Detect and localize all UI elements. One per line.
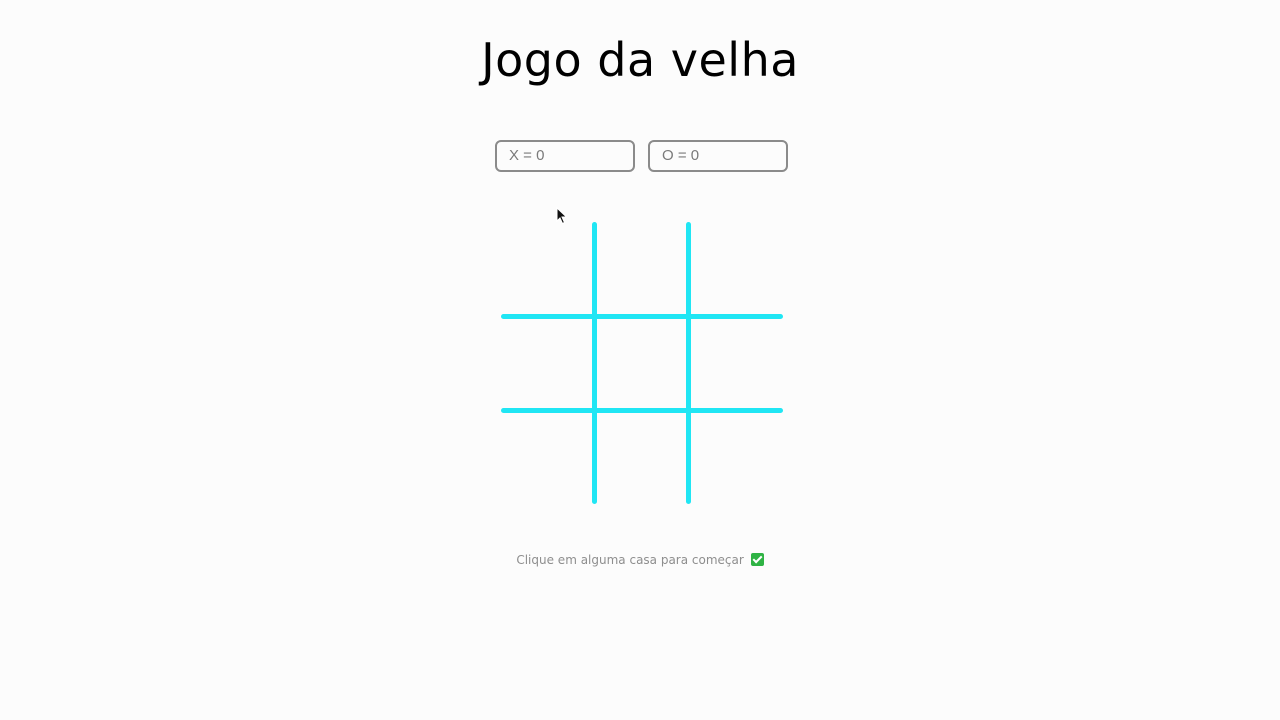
status-text: Clique em alguma casa para começar <box>516 553 744 567</box>
board-cell-1[interactable] <box>501 222 595 316</box>
score-x-label: X = 0 <box>509 147 545 164</box>
board-cell-2[interactable] <box>595 222 689 316</box>
board-cell-6[interactable] <box>689 316 783 410</box>
board-cell-7[interactable] <box>501 410 595 504</box>
board-cell-9[interactable] <box>689 410 783 504</box>
grid-line-vertical-1 <box>592 222 597 504</box>
score-o-label: O = 0 <box>662 147 700 164</box>
board-cell-4[interactable] <box>501 316 595 410</box>
score-o-field[interactable]: O = 0 <box>648 140 788 172</box>
page-title: Jogo da velha <box>481 33 799 87</box>
score-x-field[interactable]: X = 0 <box>495 140 635 172</box>
check-mark-icon <box>750 553 764 566</box>
status-message: Clique em alguma casa para começar <box>0 552 1280 568</box>
grid-line-horizontal-1 <box>501 314 783 319</box>
game-board <box>501 222 783 504</box>
board-cell-8[interactable] <box>595 410 689 504</box>
mouse-pointer-icon <box>556 207 568 225</box>
grid-line-horizontal-2 <box>501 408 783 413</box>
board-cell-3[interactable] <box>689 222 783 316</box>
grid-line-vertical-2 <box>686 222 691 504</box>
board-cell-5[interactable] <box>595 316 689 410</box>
